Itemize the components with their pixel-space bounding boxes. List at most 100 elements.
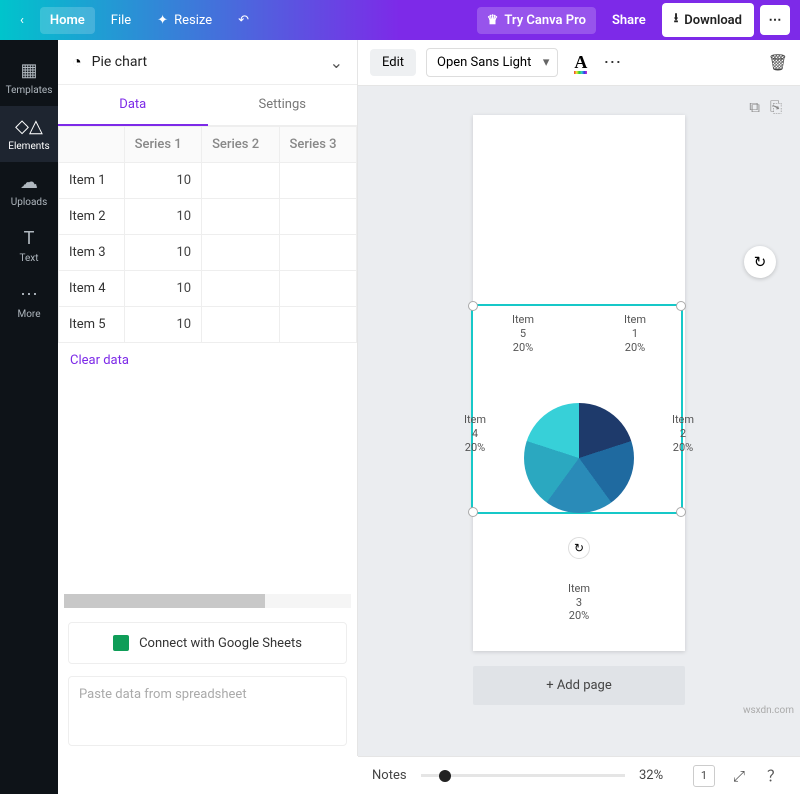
connect-google-sheets-button[interactable]: Connect with Google Sheets — [68, 622, 347, 664]
col-header-series1[interactable]: Series 1 — [124, 127, 201, 163]
help-icon[interactable]: ？ — [763, 761, 786, 790]
zoom-slider[interactable] — [421, 774, 625, 777]
cell-empty[interactable] — [202, 307, 279, 343]
cell-empty[interactable] — [279, 235, 356, 271]
table-row: Item 510 — [59, 307, 357, 343]
pie-label-3: Item320% — [555, 582, 603, 623]
cell-empty[interactable] — [202, 235, 279, 271]
connect-label: Connect with Google Sheets — [139, 636, 302, 651]
more-menu-button[interactable]: ⋯ — [760, 5, 790, 35]
col-header-series2[interactable]: Series 2 — [202, 127, 279, 163]
left-nav: ▦ Templates ◇△ Elements ☁ Uploads TText ⋯ Mo… — [0, 40, 58, 794]
cell-label[interactable]: Item 1 — [59, 163, 125, 199]
resize-handle-nw[interactable] — [468, 301, 478, 311]
resize-handle-ne[interactable] — [676, 301, 686, 311]
cell-value[interactable]: 10 — [124, 307, 201, 343]
page-number-indicator[interactable]: 1 — [693, 765, 715, 787]
table-header-row: Series 1 Series 2 Series 3 — [59, 127, 357, 163]
share-button[interactable]: Share — [602, 7, 656, 34]
panel-tabs: Data Settings — [58, 85, 357, 126]
edit-button[interactable]: Edit — [370, 49, 416, 76]
page-corner-actions: ⧉ ⎘ — [749, 98, 782, 116]
nav-text-label: Text — [19, 253, 38, 264]
back-button[interactable]: ‹ — [10, 7, 34, 34]
cell-value[interactable]: 10 — [124, 199, 201, 235]
horizontal-scrollbar[interactable] — [64, 594, 351, 608]
scrollbar-thumb[interactable] — [64, 594, 265, 608]
delete-button[interactable]: 🗑 — [768, 53, 788, 72]
notes-button[interactable]: Notes — [372, 768, 407, 783]
top-bar: ‹ Home File ✦ Resize ↶ ♛ Try Canva Pro S… — [0, 0, 800, 40]
more-icon: ⋯ — [20, 284, 38, 305]
cell-value[interactable]: 10 — [124, 163, 201, 199]
resize-handle-sw[interactable] — [468, 507, 478, 517]
table-row: Item 410 — [59, 271, 357, 307]
templates-icon: ▦ — [20, 60, 37, 81]
tab-data[interactable]: Data — [58, 85, 208, 126]
nav-uploads[interactable]: ☁ Uploads — [0, 162, 58, 218]
nav-elements-label: Elements — [8, 141, 49, 152]
file-menu[interactable]: File — [101, 7, 141, 34]
nav-more[interactable]: ⋯ More — [0, 274, 58, 330]
toolbar-more-button[interactable]: ⋯ — [603, 52, 621, 73]
element-rotate-handle[interactable]: ↻ — [568, 537, 590, 559]
zoom-slider-knob[interactable] — [439, 770, 451, 782]
floating-rotate-button[interactable]: ↻ — [744, 246, 776, 278]
pie-graphic — [524, 403, 634, 513]
add-page-button[interactable]: + Add page — [473, 666, 685, 705]
try-pro-button[interactable]: ♛ Try Canva Pro — [477, 7, 596, 34]
canvas-area: Edit Open Sans Light A ⋯ 🗑 ⧉ ⎘ Item120% … — [358, 40, 800, 756]
nav-uploads-label: Uploads — [11, 197, 47, 208]
col-header-series3[interactable]: Series 3 — [279, 127, 356, 163]
cell-empty[interactable] — [202, 199, 279, 235]
cell-empty[interactable] — [279, 271, 356, 307]
download-label: Download — [684, 13, 742, 28]
cell-empty[interactable] — [202, 163, 279, 199]
clear-data-button[interactable]: Clear data — [58, 343, 357, 378]
bottom-bar: Notes 32% 1 ⤢ ？ — [358, 756, 800, 794]
side-panel: ◔ Pie chart ⌄ Data Settings Series 1 Ser… — [58, 40, 358, 756]
new-page-icon[interactable]: ⎘ — [770, 98, 782, 116]
cell-value[interactable]: 10 — [124, 271, 201, 307]
google-sheets-icon — [113, 635, 129, 651]
pie-label-5: Item520% — [499, 313, 547, 354]
pie-label-2: Item220% — [659, 413, 707, 454]
watermark: wsxdn.com — [743, 705, 794, 716]
cell-empty[interactable] — [279, 307, 356, 343]
nav-elements[interactable]: ◇△ Elements — [0, 106, 58, 162]
fullscreen-icon[interactable]: ⤢ — [729, 763, 749, 789]
elements-icon: ◇△ — [15, 116, 43, 137]
resize-button[interactable]: ✦ Resize — [147, 7, 222, 34]
canvas-page[interactable]: Item120% Item220% Item320% Item420% Item… — [473, 115, 685, 651]
cell-label[interactable]: Item 5 — [59, 307, 125, 343]
table-row: Item 210 — [59, 199, 357, 235]
nav-templates-label: Templates — [6, 85, 53, 96]
cell-empty[interactable] — [279, 199, 356, 235]
duplicate-page-icon[interactable]: ⧉ — [749, 98, 760, 116]
chevron-down-icon: ⌄ — [330, 53, 343, 72]
undo-button[interactable]: ↶ — [228, 7, 259, 34]
panel-title: Pie chart — [92, 54, 320, 70]
zoom-value[interactable]: 32% — [639, 768, 679, 783]
paste-data-input[interactable]: Paste data from spreadsheet — [68, 676, 347, 746]
resize-label: Resize — [174, 13, 212, 28]
tab-settings[interactable]: Settings — [208, 85, 358, 126]
cell-label[interactable]: Item 4 — [59, 271, 125, 307]
cell-label[interactable]: Item 3 — [59, 235, 125, 271]
cell-value[interactable]: 10 — [124, 235, 201, 271]
nav-more-label: More — [17, 309, 40, 320]
nav-text[interactable]: TText — [0, 218, 58, 274]
cell-empty[interactable] — [202, 271, 279, 307]
download-button[interactable]: ⭳ Download — [662, 3, 754, 37]
cell-label[interactable]: Item 2 — [59, 199, 125, 235]
col-header-blank[interactable] — [59, 127, 125, 163]
pie-label-1: Item120% — [611, 313, 659, 354]
text-color-button[interactable]: A — [568, 50, 593, 76]
font-select[interactable]: Open Sans Light — [426, 48, 558, 77]
cell-empty[interactable] — [279, 163, 356, 199]
panel-header[interactable]: ◔ Pie chart ⌄ — [58, 40, 357, 85]
nav-templates[interactable]: ▦ Templates — [0, 50, 58, 106]
canvas-toolbar: Edit Open Sans Light A ⋯ 🗑 — [358, 40, 800, 86]
uploads-icon: ☁ — [20, 172, 38, 193]
home-button[interactable]: Home — [40, 7, 95, 34]
